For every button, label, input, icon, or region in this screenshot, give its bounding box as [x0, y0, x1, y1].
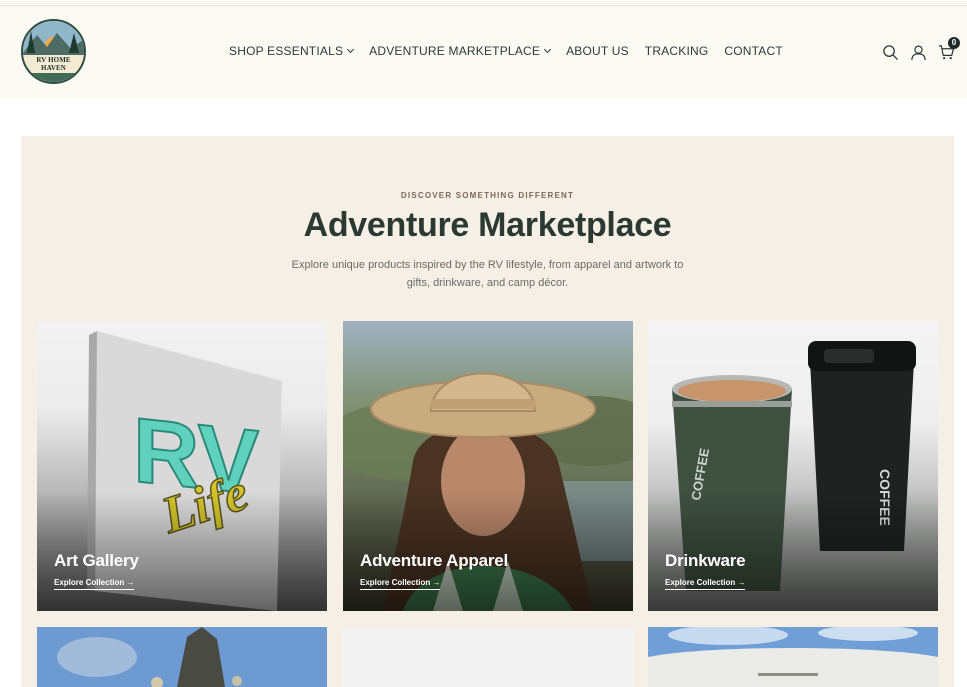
row2-image-3	[648, 627, 938, 687]
collection-card-row2-1[interactable]	[37, 627, 327, 687]
collection-card-row2-3[interactable]	[648, 627, 938, 687]
adventure-marketplace-section: DISCOVER SOMETHING DIFFERENT Adventure M…	[21, 136, 954, 687]
nav-shop-essentials[interactable]: SHOP ESSENTIALS	[229, 44, 355, 58]
card-title: Adventure Apparel	[360, 551, 509, 570]
logo-text: RV HOME HAVEN	[23, 55, 84, 73]
card-title: Art Gallery	[54, 551, 139, 570]
main-nav: SHOP ESSENTIALS ADVENTURE MARKETPLACE AB…	[229, 44, 799, 58]
header-actions: 0	[882, 37, 960, 61]
explore-collection-link[interactable]: Explore Collection →	[665, 578, 746, 590]
collection-card-adventure-apparel[interactable]: Adventure Apparel Explore Collection →	[343, 321, 633, 611]
collection-card-art-gallery[interactable]: RV Life Art Gallery Explore Collection →	[37, 321, 327, 611]
section-eyebrow: DISCOVER SOMETHING DIFFERENT	[400, 191, 575, 200]
nav-label: TRACKING	[644, 44, 709, 58]
section-subtitle: Explore unique products inspired by the …	[291, 259, 684, 289]
collection-card-drinkware[interactable]: COFFEE COFFEE Drinkware Explore Collecti…	[648, 321, 938, 611]
nav-label: SHOP ESSENTIALS	[229, 44, 344, 58]
nav-label: ABOUT US	[566, 44, 629, 58]
chevron-down-icon	[347, 45, 355, 54]
account-icon[interactable]	[910, 44, 927, 61]
nav-adventure-marketplace[interactable]: ADVENTURE MARKETPLACE	[369, 44, 552, 58]
search-icon[interactable]	[882, 44, 899, 61]
explore-collection-link[interactable]: Explore Collection →	[360, 578, 441, 590]
section-title: Adventure Marketplace	[303, 206, 672, 244]
explore-collection-link[interactable]: Explore Collection →	[54, 578, 135, 590]
site-header: RV HOME HAVEN SHOP ESSENTIALS ADVENTURE …	[0, 6, 967, 98]
nav-about-us[interactable]: ABOUT US	[566, 44, 629, 58]
cart-button[interactable]: 0	[938, 37, 960, 61]
chevron-down-icon	[544, 45, 552, 54]
nav-label: ADVENTURE MARKETPLACE	[369, 44, 541, 58]
nav-contact[interactable]: CONTACT	[724, 44, 783, 58]
cart-count-badge: 0	[948, 37, 960, 49]
card-title: Drinkware	[665, 551, 746, 570]
nav-tracking[interactable]: TRACKING	[645, 44, 709, 58]
brand-logo[interactable]: RV HOME HAVEN	[21, 19, 86, 84]
nav-label: CONTACT	[724, 44, 783, 58]
row2-image-1	[37, 627, 327, 687]
collection-card-row2-2[interactable]	[343, 627, 633, 687]
